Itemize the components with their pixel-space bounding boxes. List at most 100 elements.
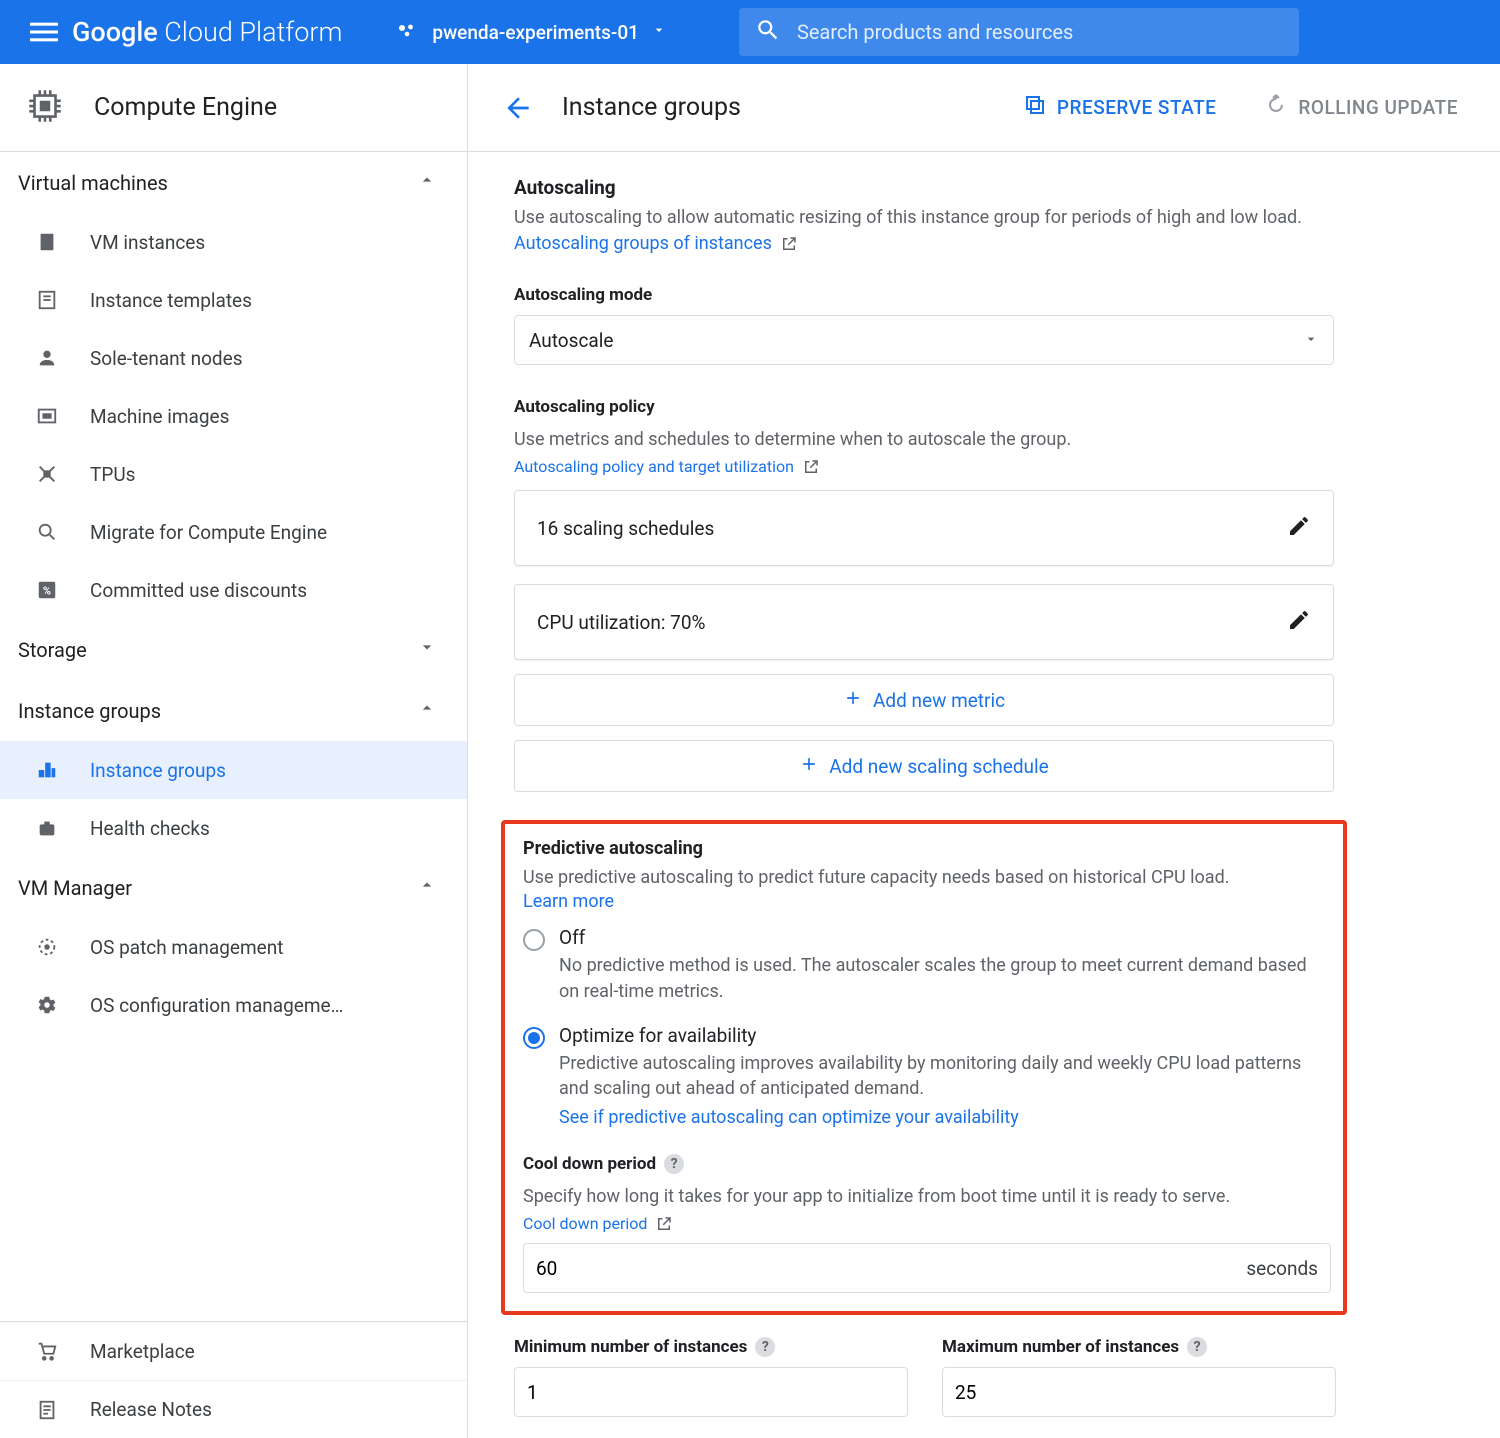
percent-icon: %	[34, 577, 60, 603]
page-title: Instance groups	[562, 93, 741, 122]
sidebar-item-os-config[interactable]: OS configuration manageme…	[0, 976, 467, 1034]
nav-label: Marketplace	[90, 1340, 195, 1363]
edit-icon[interactable]	[1287, 514, 1311, 543]
predictive-title: Predictive autoscaling	[523, 838, 1325, 859]
dropdown-icon	[651, 22, 667, 42]
nav-group-vmm[interactable]: VM Manager	[0, 857, 467, 918]
policy-link-text: Autoscaling policy and target utilizatio…	[514, 457, 794, 476]
main-header: Instance groups PRESERVE STATE ROLLING U…	[468, 64, 1500, 152]
predictive-highlight: Predictive autoscaling Use predictive au…	[501, 820, 1347, 1315]
sidebar-item-health-checks[interactable]: Health checks	[0, 799, 467, 857]
nav-label: VM instances	[90, 231, 205, 254]
nav-group-label: Instance groups	[18, 699, 161, 723]
topbar: Google Cloud Platform pwenda-experiments…	[0, 0, 1500, 64]
nav-group-ig[interactable]: Instance groups	[0, 680, 467, 741]
project-selector[interactable]: pwenda-experiments-01	[384, 14, 679, 50]
project-icon	[396, 20, 420, 44]
health-checks-icon	[34, 815, 60, 841]
help-icon[interactable]: ?	[664, 1154, 684, 1174]
nav-label: TPUs	[90, 463, 135, 486]
cooldown-input-wrap[interactable]: seconds	[523, 1243, 1331, 1293]
autoscaling-title: Autoscaling	[514, 176, 1454, 199]
sidebar-item-marketplace[interactable]: Marketplace	[0, 1322, 467, 1380]
nav-label: Release Notes	[90, 1398, 212, 1421]
preserve-icon	[1023, 93, 1047, 122]
external-link-icon	[780, 235, 798, 253]
cooldown-link-text: Cool down period	[523, 1214, 647, 1233]
radio-opt-link[interactable]: See if predictive autoscaling can optimi…	[559, 1107, 1325, 1128]
chevron-up-icon	[417, 875, 437, 900]
sidebar-item-release-notes[interactable]: Release Notes	[0, 1380, 467, 1438]
sidebar-item-migrate[interactable]: Migrate for Compute Engine	[0, 503, 467, 561]
search-input[interactable]	[797, 20, 1283, 44]
radio-button[interactable]	[523, 1027, 545, 1049]
sidebar: Compute Engine Virtual machines VM insta…	[0, 64, 468, 1438]
max-label-text: Maximum number of instances	[942, 1337, 1179, 1357]
tpus-icon	[34, 461, 60, 487]
preserve-state-button[interactable]: PRESERVE STATE	[1011, 85, 1229, 130]
nav-group-vm[interactable]: Virtual machines	[0, 152, 467, 213]
radio-off[interactable]: Off No predictive method is used. The au…	[523, 926, 1325, 1003]
logo-bold: Google	[72, 16, 158, 48]
instance-templates-icon	[34, 287, 60, 313]
notes-icon	[34, 1397, 60, 1423]
sidebar-item-tpus[interactable]: TPUs	[0, 445, 467, 503]
policy-link[interactable]: Autoscaling policy and target utilizatio…	[514, 457, 820, 476]
add-metric-button[interactable]: Add new metric	[514, 674, 1334, 726]
nav-group-storage[interactable]: Storage	[0, 619, 467, 680]
external-link-icon	[802, 458, 820, 476]
machine-images-icon	[34, 403, 60, 429]
nav-label: Sole-tenant nodes	[90, 347, 243, 370]
search-box[interactable]	[739, 8, 1299, 56]
instance-limits: Minimum number of instances ? Maximum nu…	[514, 1337, 1454, 1417]
help-icon[interactable]: ?	[755, 1337, 775, 1357]
sidebar-item-machine-images[interactable]: Machine images	[0, 387, 467, 445]
sidebar-item-vm-instances[interactable]: VM instances	[0, 213, 467, 271]
max-input-wrap[interactable]	[942, 1367, 1336, 1417]
max-input[interactable]	[955, 1381, 1323, 1404]
cooldown-title-text: Cool down period	[523, 1154, 656, 1174]
min-input-wrap[interactable]	[514, 1367, 908, 1417]
rolling-update-button[interactable]: ROLLING UPDATE	[1252, 85, 1470, 130]
nav-label: OS patch management	[90, 936, 283, 959]
predictive-desc: Use predictive autoscaling to predict fu…	[523, 865, 1325, 891]
min-input[interactable]	[527, 1381, 895, 1404]
external-link-icon	[655, 1215, 673, 1233]
back-button[interactable]	[498, 88, 538, 128]
menu-button[interactable]	[20, 8, 68, 56]
sidebar-item-instance-templates[interactable]: Instance templates	[0, 271, 467, 329]
sidebar-item-sole-tenant[interactable]: Sole-tenant nodes	[0, 329, 467, 387]
cooldown-input[interactable]	[536, 1257, 1246, 1280]
chevron-down-icon	[417, 637, 437, 662]
sidebar-item-os-patch[interactable]: OS patch management	[0, 918, 467, 976]
service-header[interactable]: Compute Engine	[0, 64, 467, 152]
cooldown-suffix: seconds	[1246, 1257, 1318, 1280]
cooldown-link[interactable]: Cool down period	[523, 1214, 673, 1233]
cart-icon	[34, 1338, 60, 1364]
sidebar-item-committed[interactable]: %Committed use discounts	[0, 561, 467, 619]
radio-optimize[interactable]: Optimize for availability Predictive aut…	[523, 1024, 1325, 1128]
predictive-learn-more[interactable]: Learn more	[523, 891, 614, 912]
mode-value: Autoscale	[529, 329, 613, 352]
schedule-card-text: 16 scaling schedules	[537, 517, 714, 540]
content: Autoscaling Use autoscaling to allow aut…	[468, 152, 1500, 1438]
gcp-logo[interactable]: Google Cloud Platform	[72, 16, 342, 48]
add-schedule-button[interactable]: Add new scaling schedule	[514, 740, 1334, 792]
schedule-card[interactable]: 16 scaling schedules	[514, 490, 1334, 566]
autoscaling-link[interactable]: Autoscaling groups of instances	[514, 231, 798, 257]
dropdown-icon	[1303, 329, 1319, 352]
nav-label: Instance groups	[90, 759, 226, 782]
main: Instance groups PRESERVE STATE ROLLING U…	[468, 64, 1500, 1438]
predictive-radio-group: Off No predictive method is used. The au…	[523, 926, 1325, 1128]
autoscaling-link-text: Autoscaling groups of instances	[514, 231, 772, 257]
help-icon[interactable]: ?	[1187, 1337, 1207, 1357]
cpu-card[interactable]: CPU utilization: 70%	[514, 584, 1334, 660]
autoscaling-mode-select[interactable]: Autoscale	[514, 315, 1334, 365]
edit-icon[interactable]	[1287, 608, 1311, 637]
policy-title: Autoscaling policy	[514, 397, 1454, 417]
cooldown-desc: Specify how long it takes for your app t…	[523, 1184, 1325, 1210]
radio-button[interactable]	[523, 929, 545, 951]
plus-icon	[799, 754, 819, 779]
min-label-text: Minimum number of instances	[514, 1337, 747, 1357]
sidebar-item-instance-groups[interactable]: Instance groups	[0, 741, 467, 799]
